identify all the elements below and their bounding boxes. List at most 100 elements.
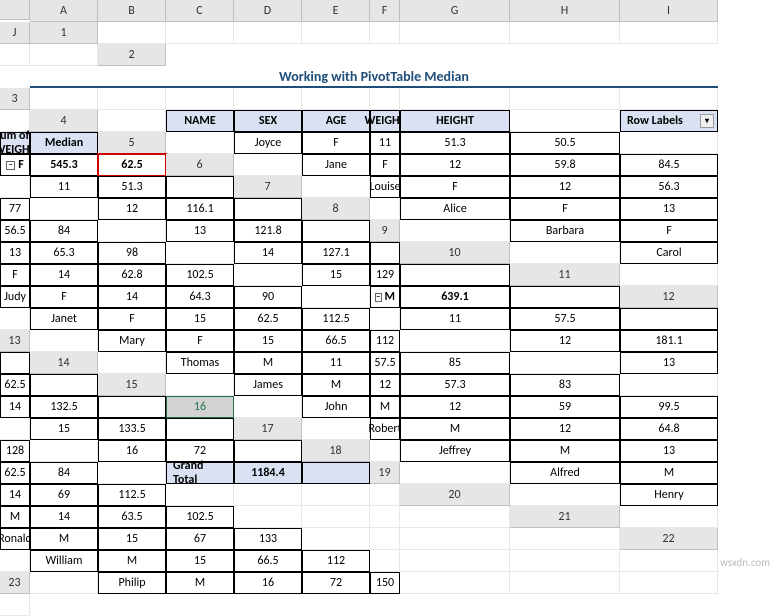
cell-G10[interactable]: [234, 264, 302, 286]
cell-B3[interactable]: [98, 88, 166, 110]
cell-J20[interactable]: [400, 506, 510, 528]
cell-G23[interactable]: [400, 572, 510, 594]
collapse-icon[interactable]: −: [6, 161, 15, 170]
cell-A12[interactable]: [0, 308, 30, 330]
cell-A14[interactable]: [98, 352, 166, 374]
cell-A23[interactable]: [30, 572, 98, 594]
cell-D3[interactable]: [234, 88, 302, 110]
cell-E1[interactable]: [370, 22, 400, 44]
cell-G19[interactable]: [166, 484, 234, 506]
row-header-11[interactable]: 11: [510, 264, 620, 286]
cell-A11[interactable]: [620, 264, 718, 286]
cell-G3[interactable]: [400, 88, 510, 110]
pivot-row-label[interactable]: 13: [620, 352, 718, 374]
cell-I20[interactable]: [370, 506, 400, 528]
cell-G15[interactable]: [620, 374, 718, 396]
pivot-row-label[interactable]: 14: [0, 396, 30, 418]
row-header-19[interactable]: 19: [370, 462, 400, 484]
cell-A5[interactable]: [166, 132, 234, 154]
cell-H22[interactable]: [400, 550, 510, 572]
cell-G16[interactable]: [0, 418, 30, 440]
col-header-D[interactable]: D: [234, 0, 302, 22]
cell-A17[interactable]: [302, 418, 370, 440]
cell-G22[interactable]: [370, 550, 400, 572]
row-header-10[interactable]: 10: [400, 242, 510, 264]
cell-C3[interactable]: [166, 88, 234, 110]
cell-G1[interactable]: [510, 22, 620, 44]
col-header-H[interactable]: H: [510, 0, 620, 22]
col-header-C[interactable]: C: [166, 0, 234, 22]
cell-A10[interactable]: [510, 242, 620, 264]
cell-A19[interactable]: [400, 462, 510, 484]
pivot-row-label[interactable]: −F: [0, 154, 30, 176]
pivot-row-label[interactable]: 11: [30, 176, 98, 198]
cell-G18[interactable]: [98, 462, 166, 484]
cell-G11[interactable]: [302, 286, 370, 308]
cell-I22[interactable]: [510, 550, 620, 572]
row-header-4[interactable]: 4: [30, 110, 98, 132]
corner-cell[interactable]: [0, 0, 30, 20]
cell-H1[interactable]: [620, 22, 718, 44]
row-header-21[interactable]: 21: [510, 506, 620, 528]
cell-A18[interactable]: [370, 440, 400, 462]
cell-A22[interactable]: [0, 550, 30, 572]
cell-A9[interactable]: [400, 220, 510, 242]
col-header-G[interactable]: G: [400, 0, 510, 22]
cell-A4[interactable]: [98, 110, 166, 132]
row-header-15[interactable]: 15: [98, 374, 166, 396]
cell-B1[interactable]: [166, 22, 234, 44]
row-header-12[interactable]: 12: [620, 286, 718, 308]
cell-A1[interactable]: [98, 22, 166, 44]
cell-I19[interactable]: [302, 484, 370, 506]
cell-G9[interactable]: [166, 242, 234, 264]
cell-G6[interactable]: [0, 176, 30, 198]
cell-I23[interactable]: [620, 572, 718, 594]
cell-J19[interactable]: [370, 484, 400, 506]
cell-G20[interactable]: [234, 506, 302, 528]
cell-A21[interactable]: [620, 506, 718, 528]
cell-J1[interactable]: [30, 44, 98, 66]
row-header-2[interactable]: 2: [98, 44, 166, 66]
collapse-icon[interactable]: −: [375, 293, 382, 302]
col-header-E[interactable]: E: [302, 0, 370, 22]
row-header-13[interactable]: 13: [0, 330, 30, 352]
cell-A20[interactable]: [510, 484, 620, 506]
cell-G17[interactable]: [30, 440, 98, 462]
row-header-20[interactable]: 20: [400, 484, 510, 506]
cell-G4[interactable]: [510, 110, 620, 132]
cell-A8[interactable]: [370, 198, 400, 220]
cell-F3[interactable]: [370, 88, 400, 110]
pivot-filter-dropdown[interactable]: ▾: [700, 114, 714, 128]
pivot-row-label[interactable]: −M: [370, 286, 400, 308]
pivot-row-label[interactable]: 15: [302, 264, 370, 286]
cell-E3[interactable]: [302, 88, 370, 110]
row-header-9[interactable]: 9: [370, 220, 400, 242]
cell-G8[interactable]: [98, 220, 166, 242]
cell-A16[interactable]: [234, 396, 302, 418]
cell-I1[interactable]: [0, 44, 30, 66]
cell-H23[interactable]: [510, 572, 620, 594]
cell-D1[interactable]: [302, 22, 370, 44]
col-header-A[interactable]: A: [30, 0, 98, 22]
cell-G5[interactable]: [620, 132, 718, 154]
col-header-F[interactable]: F: [370, 0, 400, 22]
cell-A13[interactable]: [30, 330, 98, 352]
cell-A3[interactable]: [30, 88, 98, 110]
row-header-18[interactable]: 18: [302, 440, 370, 462]
cell-H21[interactable]: [370, 528, 400, 550]
cell-H3[interactable]: [510, 88, 620, 110]
row-header-6[interactable]: 6: [166, 154, 234, 176]
cell-G21[interactable]: [302, 528, 370, 550]
cell-A6[interactable]: [234, 154, 302, 176]
pivot-row-label[interactable]: 13: [166, 220, 234, 242]
row-header-23[interactable]: 23: [0, 572, 30, 594]
pivot-row-label[interactable]: 14: [234, 242, 302, 264]
pivot-row-label[interactable]: 15: [30, 418, 98, 440]
row-header-17[interactable]: 17: [234, 418, 302, 440]
cell-I3[interactable]: [620, 88, 718, 110]
cell-J21[interactable]: [510, 528, 620, 550]
row-header-14[interactable]: 14: [30, 352, 98, 374]
cell-H19[interactable]: [234, 484, 302, 506]
cell-G13[interactable]: [400, 330, 510, 352]
pivot-row-label[interactable]: 16: [98, 440, 166, 462]
